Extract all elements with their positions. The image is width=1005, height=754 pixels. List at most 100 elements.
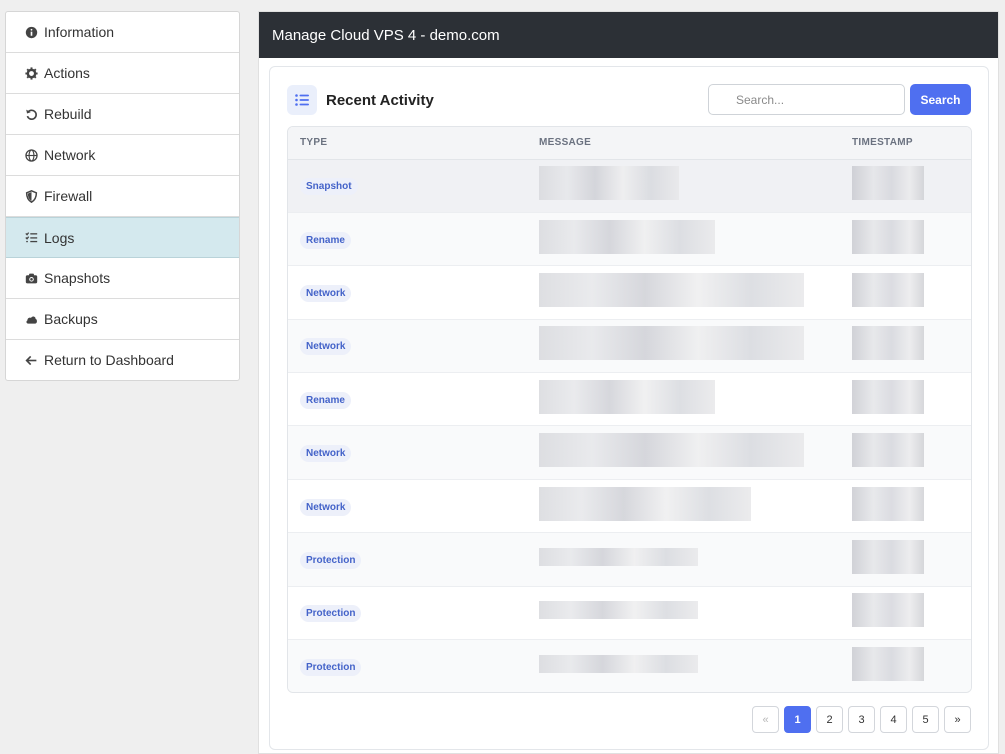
type-badge: Rename: [300, 391, 351, 409]
timestamp-cell: [840, 479, 971, 532]
main-panel: Manage Cloud VPS 4 - demo.com Recent Act…: [258, 11, 999, 754]
sidebar-item-label: Actions: [44, 65, 90, 81]
column-header-type[interactable]: TYPE: [288, 127, 527, 160]
info-icon: [24, 25, 38, 39]
table-row[interactable]: Network: [288, 266, 971, 320]
timestamp-cell: [840, 586, 971, 639]
type-cell: Protection: [288, 586, 527, 639]
column-header-message[interactable]: MESSAGE: [527, 127, 840, 160]
table-row[interactable]: Network: [288, 479, 971, 533]
search-button[interactable]: Search: [910, 84, 971, 115]
table-row[interactable]: Protection: [288, 586, 971, 640]
search-bar: Search: [708, 84, 971, 115]
search-input[interactable]: [708, 84, 905, 115]
sidebar-item-return-dashboard[interactable]: Return to Dashboard: [6, 340, 239, 380]
message-cell: [527, 640, 840, 692]
type-badge: Protection: [300, 551, 362, 569]
redacted-message: [539, 272, 804, 307]
message-cell: [527, 373, 840, 426]
type-badge: Protection: [300, 605, 362, 623]
sidebar-nav: Information Actions Rebuild Network Fire…: [5, 11, 240, 381]
globe-icon: [24, 148, 38, 162]
table-row[interactable]: Rename: [288, 212, 971, 266]
timestamp-cell: [840, 319, 971, 372]
sidebar-item-backups[interactable]: Backups: [6, 299, 239, 340]
pagination-next-button[interactable]: »: [944, 706, 971, 733]
type-cell: Rename: [288, 373, 527, 426]
sidebar-item-logs[interactable]: Logs: [6, 217, 239, 258]
table-row[interactable]: Snapshot: [288, 159, 971, 213]
sidebar-item-label: Information: [44, 24, 115, 40]
timestamp-cell: [840, 159, 971, 212]
table-row[interactable]: Network: [288, 319, 971, 373]
page-title: Manage Cloud VPS 4 - demo.com: [259, 12, 998, 58]
redacted-message: [539, 379, 715, 414]
type-cell: Snapshot: [288, 159, 527, 212]
redacted-timestamp: [852, 379, 924, 414]
redacted-timestamp: [852, 486, 924, 521]
sidebar-item-label: Network: [44, 147, 96, 163]
arrow-left-icon: [24, 353, 38, 367]
table-row[interactable]: Protection: [288, 532, 971, 587]
sidebar-item-snapshots[interactable]: Snapshots: [6, 258, 239, 299]
sidebar-item-information[interactable]: Information: [6, 12, 239, 53]
table-row[interactable]: Rename: [288, 373, 971, 426]
sidebar-item-actions[interactable]: Actions: [6, 53, 239, 94]
sidebar-item-network[interactable]: Network: [6, 135, 239, 176]
pagination-page-5[interactable]: 5: [912, 706, 939, 733]
message-cell: [527, 159, 840, 212]
message-cell: [527, 212, 840, 265]
camera-icon: [24, 271, 38, 285]
redacted-timestamp: [852, 326, 924, 361]
type-cell: Network: [288, 266, 527, 319]
column-header-timestamp[interactable]: TIMESTAMP: [840, 127, 971, 160]
pagination-page-4[interactable]: 4: [880, 706, 907, 733]
rotate-icon: [24, 107, 38, 121]
sidebar-item-rebuild[interactable]: Rebuild: [6, 94, 239, 135]
sidebar-item-label: Logs: [44, 229, 75, 246]
type-badge: Protection: [300, 658, 362, 676]
pagination-prev-button[interactable]: «: [752, 706, 779, 733]
type-cell: Rename: [288, 212, 527, 265]
table-row[interactable]: Network: [288, 425, 971, 480]
pagination: « 1 2 3 4 5 »: [752, 706, 971, 733]
type-badge: Network: [300, 284, 352, 302]
pagination-page-1[interactable]: 1: [784, 706, 811, 733]
table-row[interactable]: Protection: [288, 639, 971, 692]
message-cell: [527, 479, 840, 532]
sidebar-item-label: Rebuild: [44, 106, 92, 122]
message-cell: [527, 266, 840, 319]
type-cell: Network: [288, 319, 527, 372]
message-cell: [527, 426, 840, 479]
shield-icon: [24, 189, 38, 203]
sidebar-item-label: Backups: [44, 311, 98, 327]
type-cell: Network: [288, 479, 527, 532]
type-cell: Protection: [288, 640, 527, 692]
type-badge: Network: [300, 445, 352, 463]
redacted-message: [539, 486, 751, 521]
list-icon: [287, 85, 317, 115]
redacted-message: [539, 326, 804, 361]
pagination-page-3[interactable]: 3: [848, 706, 875, 733]
pagination-page-2[interactable]: 2: [816, 706, 843, 733]
activity-table: TYPE MESSAGE TIMESTAMP Snapshot Rename N…: [287, 126, 972, 693]
sidebar-item-firewall[interactable]: Firewall: [6, 176, 239, 217]
card-header: Recent Activity Search: [287, 84, 971, 116]
timestamp-cell: [840, 212, 971, 265]
message-cell: [527, 319, 840, 372]
list-icon: [24, 231, 38, 245]
timestamp-cell: [840, 266, 971, 319]
redacted-message: [539, 654, 698, 673]
type-badge: Network: [300, 498, 352, 516]
redacted-timestamp: [852, 646, 924, 681]
redacted-timestamp: [852, 219, 924, 254]
redacted-timestamp: [852, 433, 924, 468]
timestamp-cell: [840, 426, 971, 479]
type-badge: Snapshot: [300, 178, 358, 196]
redacted-message: [539, 433, 804, 468]
redacted-message: [539, 219, 715, 254]
card-title: Recent Activity: [326, 91, 434, 109]
table-header-row: TYPE MESSAGE TIMESTAMP: [288, 127, 971, 160]
message-cell: [527, 586, 840, 639]
redacted-message: [539, 166, 679, 201]
